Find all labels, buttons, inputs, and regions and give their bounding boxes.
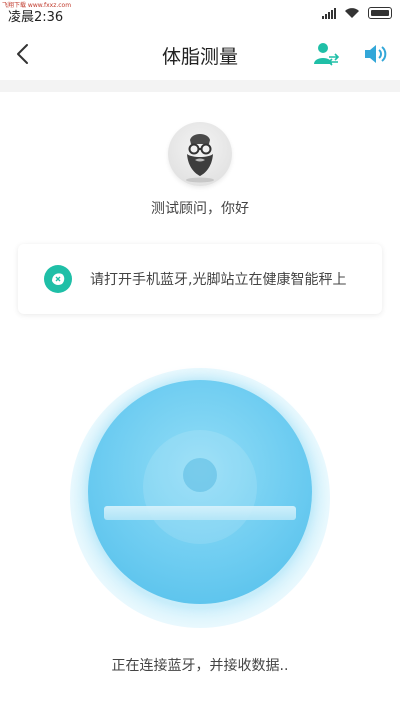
status-bar: 飞翔下载 www.fxxz.com 凌晨2:36 — [0, 0, 400, 28]
status-icons — [322, 7, 392, 19]
speaker-button[interactable] — [362, 40, 390, 68]
user-switch-button[interactable] — [312, 40, 340, 68]
avatar[interactable] — [168, 122, 232, 186]
speaker-icon — [365, 45, 387, 63]
bearded-man-icon — [186, 134, 214, 183]
foot-icon — [183, 458, 217, 492]
greeting-text: 测试顾问，你好 — [151, 201, 249, 217]
tip-text: 请打开手机蓝牙,光脚站立在健康智能秤上 — [90, 272, 347, 288]
signal-icon — [322, 7, 336, 19]
connection-status: 正在连接蓝牙，并接收数据.. — [111, 658, 289, 674]
page-title: 体脂测量 — [161, 46, 238, 68]
scale-platform — [104, 506, 296, 520]
bluetooth-scale-icon — [44, 265, 72, 293]
status-time: 凌晨2:36 — [8, 10, 64, 25]
header-divider — [0, 80, 400, 92]
wifi-icon — [345, 8, 359, 18]
header: 体脂测量 — [0, 28, 400, 80]
tip-card: 请打开手机蓝牙,光脚站立在健康智能秤上 — [18, 244, 382, 314]
user-switch-icon — [314, 43, 340, 66]
battery-icon — [368, 7, 392, 19]
